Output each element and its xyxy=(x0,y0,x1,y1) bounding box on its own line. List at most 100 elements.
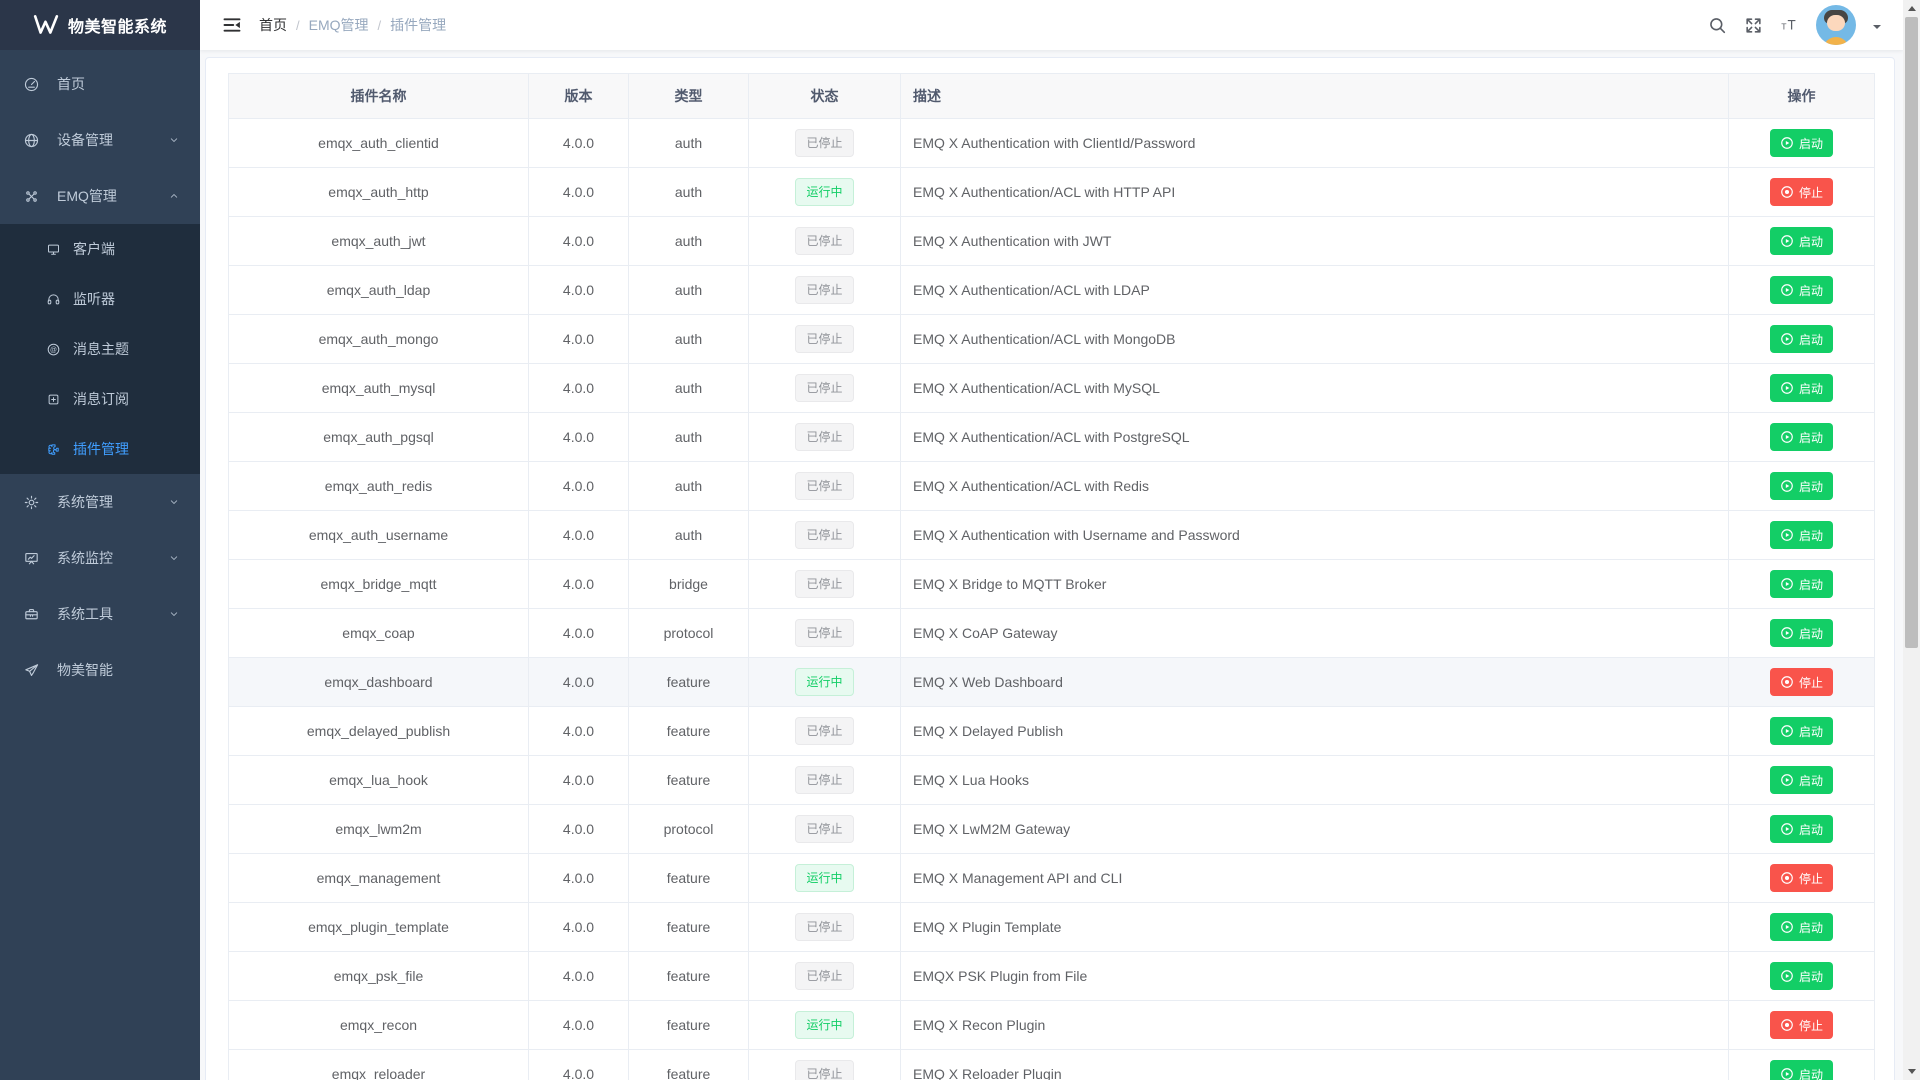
table-row: emqx_auth_jwt4.0.0auth已停止EMQ X Authentic… xyxy=(229,217,1875,266)
sidebar-item-monitor[interactable]: 系统监控 xyxy=(0,530,200,586)
topbar-actions: TT xyxy=(1708,5,1881,45)
scrollbar[interactable] xyxy=(1903,0,1920,1080)
play-circle-icon xyxy=(1780,332,1794,346)
button-label: 启动 xyxy=(1799,723,1823,740)
start-button[interactable]: 启动 xyxy=(1770,521,1833,549)
plugin-version: 4.0.0 xyxy=(529,462,629,511)
font-size-icon[interactable]: TT xyxy=(1780,16,1799,35)
plugin-type: feature xyxy=(629,903,749,952)
sidebar-item-subscriptions[interactable]: 消息订阅 xyxy=(0,374,200,424)
start-button[interactable]: 启动 xyxy=(1770,815,1833,843)
button-label: 启动 xyxy=(1799,1066,1823,1080)
submenu-emq: 客户端监听器@消息主题消息订阅插件管理 xyxy=(0,224,200,474)
button-label: 启动 xyxy=(1799,233,1823,250)
sidebar-item-label: 客户端 xyxy=(73,239,115,259)
plugin-status-cell: 已停止 xyxy=(749,805,901,854)
table-row: emqx_auth_mysql4.0.0auth已停止EMQ X Authent… xyxy=(229,364,1875,413)
button-label: 启动 xyxy=(1799,331,1823,348)
caret-down-icon[interactable] xyxy=(1873,25,1881,33)
start-button[interactable]: 启动 xyxy=(1770,129,1833,157)
button-label: 启动 xyxy=(1799,968,1823,985)
play-circle-icon xyxy=(1780,773,1794,787)
sidebar-item-label: 系统监控 xyxy=(57,548,113,568)
play-circle-icon xyxy=(1780,381,1794,395)
stop-circle-icon xyxy=(1780,185,1794,199)
sidebar-item-topics[interactable]: @消息主题 xyxy=(0,324,200,374)
start-button[interactable]: 启动 xyxy=(1770,1060,1833,1080)
hamburger-icon[interactable] xyxy=(222,15,242,35)
plugin-status-cell: 已停止 xyxy=(749,119,901,168)
start-button[interactable]: 启动 xyxy=(1770,325,1833,353)
table-row: emqx_reloader4.0.0feature已停止EMQ X Reload… xyxy=(229,1050,1875,1080)
plugin-version: 4.0.0 xyxy=(529,168,629,217)
stop-button[interactable]: 停止 xyxy=(1770,864,1833,892)
breadcrumb-item-home[interactable]: 首页 xyxy=(259,15,287,35)
stop-button[interactable]: 停止 xyxy=(1770,178,1833,206)
plugin-type: feature xyxy=(629,756,749,805)
plugin-version: 4.0.0 xyxy=(529,217,629,266)
plugin-type: feature xyxy=(629,1050,749,1080)
button-label: 启动 xyxy=(1799,919,1823,936)
start-button[interactable]: 启动 xyxy=(1770,619,1833,647)
plugin-name: emqx_lua_hook xyxy=(229,756,529,805)
table-row: emqx_lwm2m4.0.0protocol已停止EMQ X LwM2M Ga… xyxy=(229,805,1875,854)
status-badge: 运行中 xyxy=(795,178,853,206)
avatar[interactable] xyxy=(1816,5,1856,45)
chevron-up-icon xyxy=(168,190,180,202)
sidebar-item-clients[interactable]: 客户端 xyxy=(0,224,200,274)
start-button[interactable]: 启动 xyxy=(1770,276,1833,304)
breadcrumb-item-plugins[interactable]: 插件管理 xyxy=(390,15,446,35)
scrollbar-up-arrow[interactable] xyxy=(1903,0,1920,17)
start-button[interactable]: 启动 xyxy=(1770,962,1833,990)
plugin-description: EMQ X Plugin Template xyxy=(901,903,1729,952)
stop-circle-icon xyxy=(1780,1018,1794,1032)
stop-button[interactable]: 停止 xyxy=(1770,668,1833,696)
stop-button[interactable]: 停止 xyxy=(1770,1011,1833,1039)
table-header-1: 版本 xyxy=(529,74,629,119)
status-badge: 已停止 xyxy=(795,325,853,353)
play-circle-icon xyxy=(1780,822,1794,836)
plugin-action-cell: 启动 xyxy=(1729,1050,1875,1080)
button-label: 启动 xyxy=(1799,625,1823,642)
button-label: 停止 xyxy=(1799,1017,1823,1034)
plugin-type: feature xyxy=(629,854,749,903)
plugin-type: auth xyxy=(629,511,749,560)
plugin-description: EMQ X Bridge to MQTT Broker xyxy=(901,560,1729,609)
status-badge: 已停止 xyxy=(795,521,853,549)
button-label: 启动 xyxy=(1799,772,1823,789)
plugin-description: EMQ X Authentication/ACL with HTTP API xyxy=(901,168,1729,217)
search-icon[interactable] xyxy=(1708,16,1727,35)
fullscreen-icon[interactable] xyxy=(1744,16,1763,35)
status-badge: 已停止 xyxy=(795,913,853,941)
table-row: emqx_auth_redis4.0.0auth已停止EMQ X Authent… xyxy=(229,462,1875,511)
button-label: 停止 xyxy=(1799,184,1823,201)
start-button[interactable]: 启动 xyxy=(1770,766,1833,794)
plugin-action-cell: 启动 xyxy=(1729,707,1875,756)
start-button[interactable]: 启动 xyxy=(1770,570,1833,598)
scrollbar-down-arrow[interactable] xyxy=(1903,1063,1920,1080)
app-logo[interactable]: 物美智能系统 xyxy=(0,0,200,50)
plugin-version: 4.0.0 xyxy=(529,119,629,168)
sidebar-item-listeners[interactable]: 监听器 xyxy=(0,274,200,324)
start-button[interactable]: 启动 xyxy=(1770,717,1833,745)
scrollbar-thumb[interactable] xyxy=(1905,17,1918,648)
plugin-description: EMQ X Authentication with Username and P… xyxy=(901,511,1729,560)
play-circle-icon xyxy=(1780,626,1794,640)
button-label: 启动 xyxy=(1799,527,1823,544)
sidebar-item-device[interactable]: 设备管理 xyxy=(0,112,200,168)
breadcrumb-item-emq[interactable]: EMQ管理 xyxy=(309,15,369,35)
status-badge: 已停止 xyxy=(795,472,853,500)
sidebar-item-tools[interactable]: 系统工具 xyxy=(0,586,200,642)
start-button[interactable]: 启动 xyxy=(1770,423,1833,451)
sidebar-item-system[interactable]: 系统管理 xyxy=(0,474,200,530)
start-button[interactable]: 启动 xyxy=(1770,374,1833,402)
plugin-name: emqx_bridge_mqtt xyxy=(229,560,529,609)
start-button[interactable]: 启动 xyxy=(1770,913,1833,941)
sidebar-item-plugins[interactable]: 插件管理 xyxy=(0,424,200,474)
table-header-2: 类型 xyxy=(629,74,749,119)
sidebar-item-home[interactable]: 首页 xyxy=(0,56,200,112)
sidebar-item-wumei[interactable]: 物美智能 xyxy=(0,642,200,698)
sidebar-item-emq[interactable]: EMQ管理 xyxy=(0,168,200,224)
start-button[interactable]: 启动 xyxy=(1770,472,1833,500)
start-button[interactable]: 启动 xyxy=(1770,227,1833,255)
